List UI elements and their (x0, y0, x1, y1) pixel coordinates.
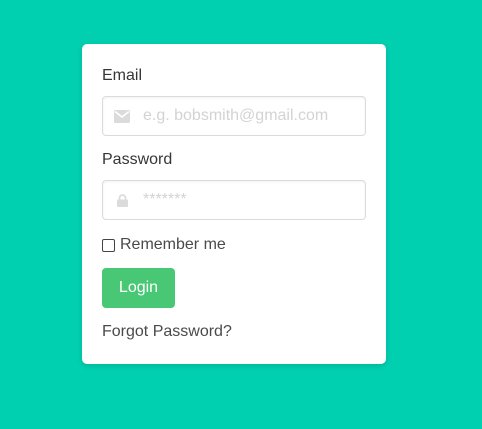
password-input[interactable] (103, 181, 365, 219)
password-label: Password (102, 151, 173, 168)
login-card: Email Password Remember me Login Forgot … (82, 44, 386, 364)
remember-checkbox[interactable] (102, 238, 115, 252)
lock-icon (103, 181, 141, 219)
remember-me[interactable]: Remember me (102, 236, 226, 254)
envelope-icon (103, 97, 141, 135)
email-field-wrapper (102, 96, 366, 136)
forgot-password-link[interactable]: Forgot Password? (102, 323, 232, 341)
email-input[interactable] (103, 97, 365, 135)
remember-label: Remember me (120, 236, 226, 253)
email-label: Email (102, 67, 143, 84)
login-button[interactable]: Login (102, 268, 175, 308)
password-field-wrapper (102, 180, 366, 220)
